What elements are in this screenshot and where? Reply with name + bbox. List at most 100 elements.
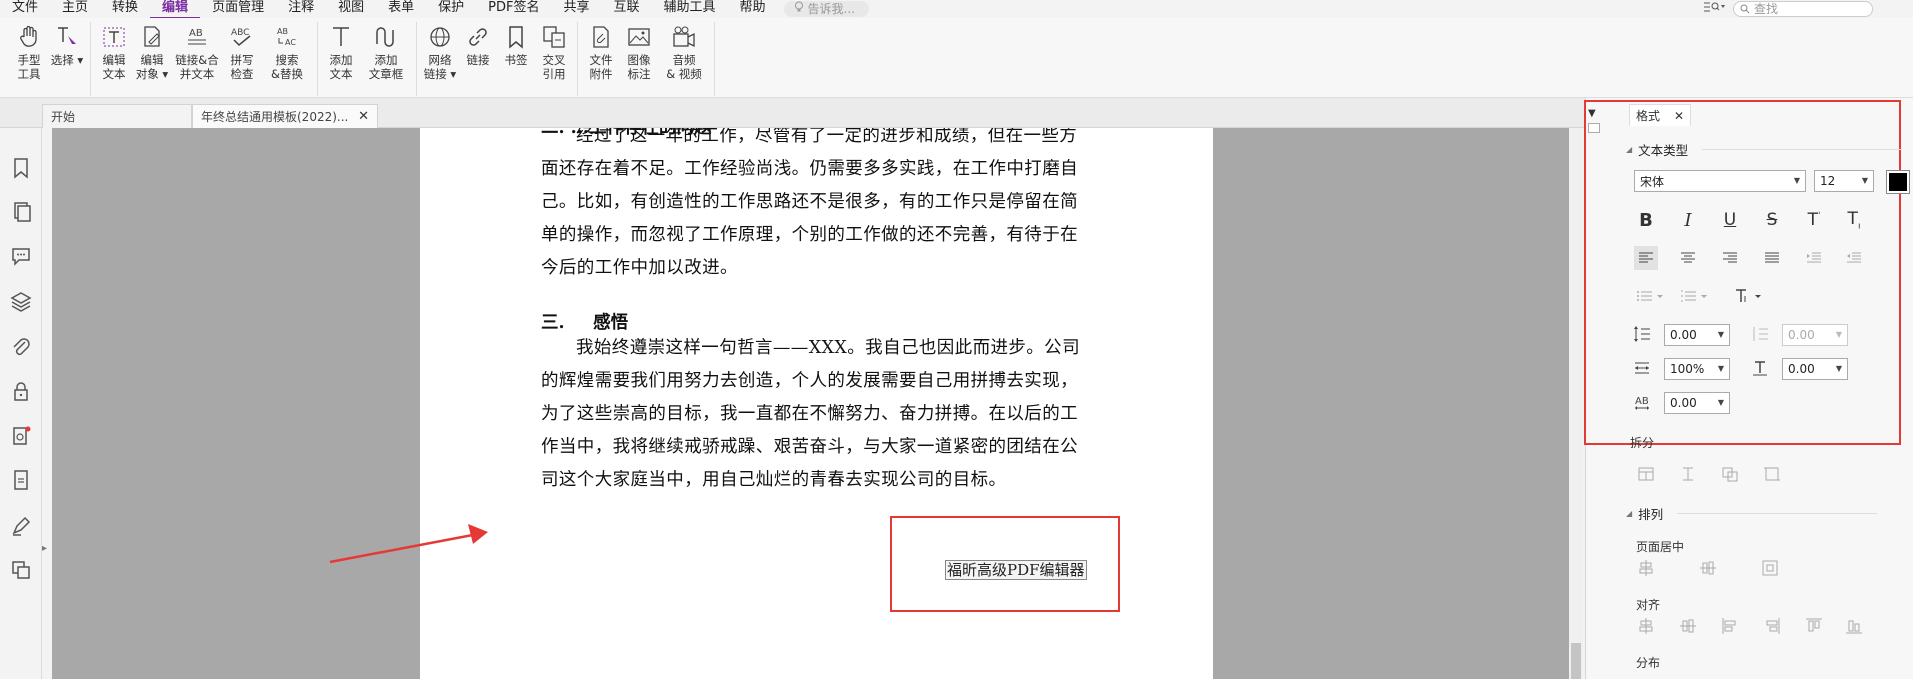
align-left-icon[interactable] [1634,246,1658,270]
menu-item[interactable]: PDF签名 [476,0,551,19]
bookmark-button[interactable]: 书签 [497,22,535,96]
align-objects-center-v-icon[interactable] [1676,614,1700,638]
tell-me-search[interactable]: 告诉我... [783,1,869,17]
link-merge-text-button[interactable]: AB 链接&合 并文本 [171,22,223,96]
horizontal-scale-select[interactable]: 100% ▼ [1664,358,1730,380]
bold-icon[interactable]: B [1634,208,1658,232]
attachment-panel-icon[interactable] [9,336,33,360]
line-spacing-select[interactable]: 0.00 ▼ [1664,324,1730,346]
bookmark-panel-icon[interactable] [9,156,33,180]
align-objects-right-icon[interactable] [1760,614,1784,638]
close-icon[interactable]: ✕ [1674,109,1684,123]
italic-icon[interactable]: I [1676,208,1700,232]
split-table-icon[interactable] [1634,462,1658,486]
indent-decrease-icon[interactable] [1842,246,1866,270]
page-center-label: 页面居中 [1636,540,1685,554]
section-heading[interactable]: 三. 感悟 [541,309,628,334]
collapse-triangle-icon[interactable]: ◢ [1626,145,1632,154]
hand-button[interactable]: 手型 工具 [10,22,48,96]
chevron-down-icon: ▼ [1835,364,1842,373]
menu-item[interactable]: 表单 [376,0,426,19]
menu-item[interactable]: 转换 [100,0,150,19]
baseline-offset-select[interactable]: 0.00 ▼ [1782,358,1848,380]
edit-text-button[interactable]: 编辑 文本 [95,22,133,96]
split-frame-icon[interactable] [1760,462,1784,486]
paragraph-reflection[interactable]: 我始终遵崇这样一句哲言——XXX。我自己也因此而进步。公司 的辉煌需要我们用努力去… [541,332,1091,497]
menu-item[interactable]: 辅助工具 [652,0,728,19]
file-attachment-button[interactable]: 文件 附件 [582,22,620,96]
align-objects-center-h-icon[interactable] [1634,614,1658,638]
spell-check-button[interactable]: ABC 拼写 检查 [223,22,261,96]
close-icon[interactable]: ✕ [358,109,369,124]
compare-panel-icon[interactable] [9,558,33,582]
split-text-icon[interactable] [1676,462,1700,486]
superscript-icon[interactable]: Tˈ [1802,208,1826,232]
audio-video-button[interactable]: 音频 & 视频 [658,22,710,96]
center-vertical-icon[interactable] [1696,556,1720,580]
ribbon-toolbar: 手型 工具 选择 ▾ 编辑 文本 编辑 对象 ▾ AB 链接&合 并文本 ABC 拼写 检查 A… [0,18,1913,98]
pen-tool-panel-icon[interactable] [9,514,33,538]
scrollbar-thumb[interactable] [1571,643,1581,679]
menu-item[interactable]: 互联 [601,0,651,19]
menu-item[interactable]: 帮助 [728,0,778,19]
cross-reference-button[interactable]: 交叉 引用 [535,22,573,96]
font-family-select[interactable]: 宋体 ▼ [1634,170,1806,192]
search-options-icon[interactable] [1703,0,1725,17]
layers-panel-icon[interactable] [9,290,33,314]
align-objects-left-icon[interactable] [1718,614,1742,638]
security-panel-icon[interactable] [9,380,33,404]
document-scrollbar[interactable] [1569,128,1583,679]
format-tab[interactable]: 格式 ✕ [1629,104,1692,126]
ribbon-group: 手型 工具 选择 ▾ [6,22,91,96]
web-link-button[interactable]: 网络 链接 ▾ [421,22,459,96]
collapse-triangle-icon[interactable]: ◢ [1626,509,1632,518]
select-button[interactable]: 选择 ▾ [48,22,86,96]
align-center-icon[interactable] [1676,246,1700,270]
menu-item[interactable]: 主页 [50,0,100,19]
left-panel-expand-icon[interactable]: ▸ [42,543,47,554]
align-justify-icon[interactable] [1760,246,1784,270]
font-size-value: 12 [1820,174,1836,188]
menu-item[interactable]: 注释 [276,0,326,19]
font-color-swatch[interactable] [1886,170,1910,194]
document-panel-icon[interactable] [9,468,33,492]
edit-object-button[interactable]: 编辑 对象 ▾ [133,22,171,96]
text-line: 今后的工作中加以改进。 [541,258,738,278]
signature-panel-icon[interactable] [9,424,33,448]
add-text-button[interactable]: 添加 文本 [322,22,360,96]
bullet-list-icon[interactable] [1634,284,1668,308]
underline-icon[interactable]: U [1718,208,1742,232]
add-article-box-button[interactable]: 添加 文章框 [360,22,412,96]
menu-item[interactable]: 文件 [0,0,50,19]
numbered-list-icon[interactable] [1678,284,1712,308]
subscript-icon[interactable]: Tı [1842,208,1866,232]
align-right-icon[interactable] [1718,246,1742,270]
center-horizontal-icon[interactable] [1634,556,1658,580]
link-button[interactable]: 链接 [459,22,497,96]
align-objects-bottom-icon[interactable] [1842,614,1866,638]
menu-item[interactable]: 保护 [426,0,476,19]
menu-item[interactable]: 页面管理 [200,0,276,19]
font-size-select[interactable]: 12 ▼ [1814,170,1874,192]
find-input[interactable]: 查找 [1733,0,1873,17]
indent-increase-icon[interactable] [1802,246,1826,270]
added-text-box[interactable]: 福昕高级PDF编辑器 [945,560,1087,580]
character-spacing-select[interactable]: 0.00 ▼ [1664,392,1730,414]
menu-item[interactable]: 视图 [326,0,376,19]
pages-panel-icon[interactable] [9,200,33,224]
split-object-icon[interactable] [1718,462,1742,486]
paragraph-spacing-select[interactable]: 0.00 ▼ [1782,324,1848,346]
paragraph-work-issues[interactable]: 经过了这一年的工作，尽管有了一定的进步和成绩，但在一些方 面还存在着不足。工作经验… [541,128,1091,285]
text-direction-icon[interactable] [1732,284,1766,308]
align-objects-top-icon[interactable] [1802,614,1826,638]
search-replace-button[interactable]: AB AC 搜索 &替换 [261,22,313,96]
center-both-icon[interactable] [1758,556,1782,580]
image-annotation-button[interactable]: 图像 标注 [620,22,658,96]
tab-document[interactable]: 年终总结通用模板(2022)... ✕ [192,104,378,128]
strikethrough-icon[interactable]: S [1760,208,1784,232]
menu-item[interactable]: 编辑 [150,0,201,19]
menu-item[interactable]: 共享 [551,0,601,19]
distribute-label: 分布 [1636,656,1661,670]
tab-start[interactable]: 开始 [42,104,192,128]
comments-panel-icon[interactable] [9,244,33,268]
